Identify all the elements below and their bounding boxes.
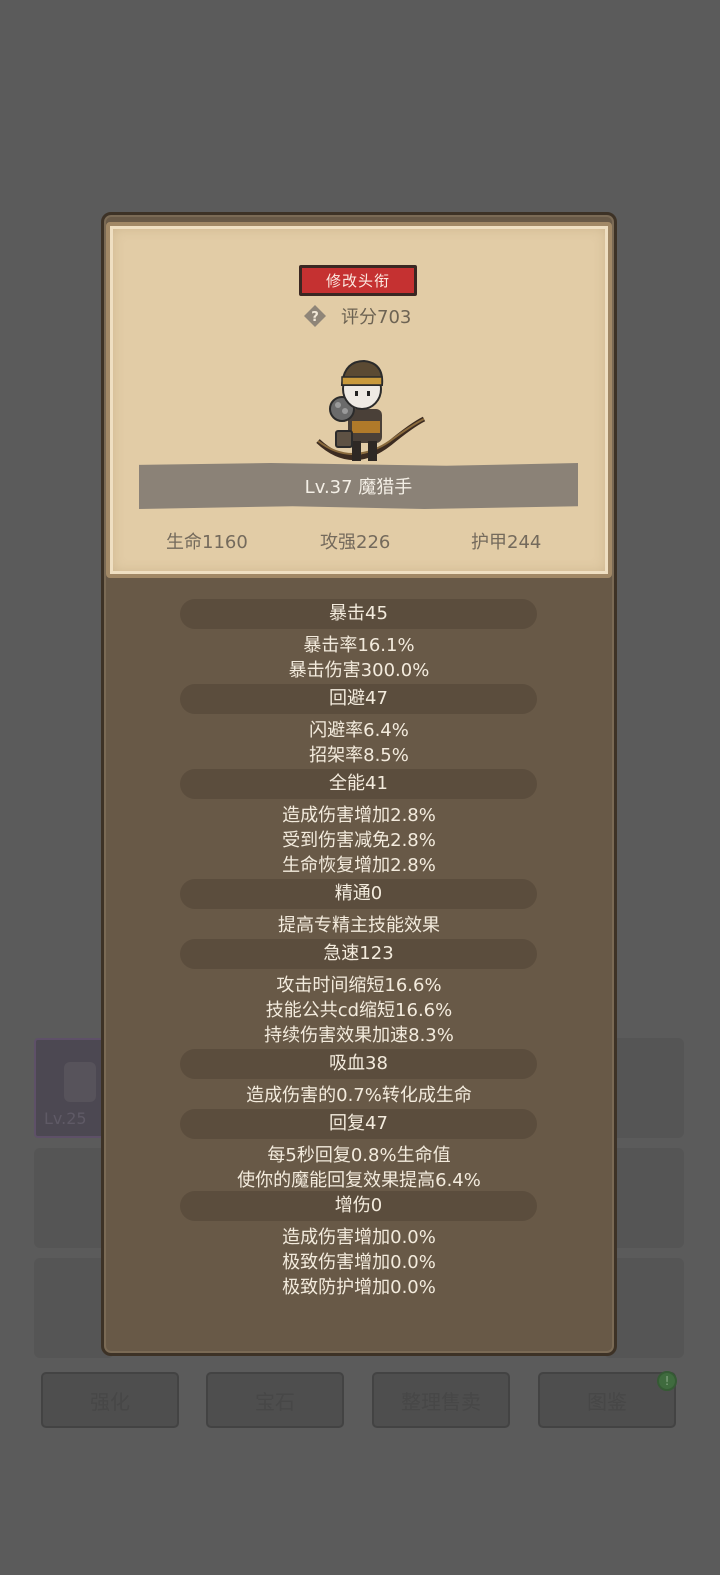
stat-line: 受到伤害减免2.8% [282,830,436,851]
stat-line: 每5秒回复0.8%生命值 [267,1145,451,1166]
equipment-level: Lv.25 [44,1109,87,1128]
stat-line: 造成伤害增加2.8% [282,805,436,826]
stat-line: 暴击率16.1% [303,635,415,656]
stat-line: 技能公共cd缩短16.6% [265,1000,453,1021]
attack-stat: 攻强226 [320,532,391,553]
section-title-lifesteal: 吸血38 [329,1053,388,1074]
stat-line: 极致伤害增加0.0% [282,1252,436,1273]
section-title-haste: 急速123 [323,943,394,964]
section-title-versatility: 全能41 [329,773,388,794]
hp-stat: 生命1160 [166,532,248,553]
stat-line: 提高专精主技能效果 [278,915,440,936]
section-title-damage-bonus: 增伤0 [334,1195,383,1216]
change-title-button[interactable]: 修改头衔 [299,265,417,296]
stat-line: 持续伤害效果加速8.3% [264,1025,454,1046]
codex-button[interactable]: 图鉴 [538,1372,676,1428]
character-name-bar: Lv.37 魔猎手 [139,463,578,509]
character-avatar [316,359,426,461]
gem-button[interactable]: 宝石 [206,1372,344,1428]
enhance-button[interactable]: 强化 [41,1372,179,1428]
stat-line: 暴击伤害300.0% [288,660,430,681]
sort-sell-button[interactable]: 整理售卖 [372,1372,510,1428]
equipment-icon [64,1062,96,1102]
stat-line: 极致防护增加0.0% [282,1277,436,1298]
notification-dot: ! [657,1371,677,1391]
stat-line: 攻击时间缩短16.6% [276,975,442,996]
section-title-regen: 回复47 [329,1113,388,1134]
stat-line: 造成伤害增加0.0% [282,1227,436,1248]
section-title-avoidance: 回避47 [329,688,388,709]
stat-line: 生命恢复增加2.8% [282,855,436,876]
stat-line: 闪避率6.4% [309,720,409,741]
section-title-crit: 暴击45 [329,603,388,624]
svg-text:?: ? [311,310,319,325]
stat-line: 造成伤害的0.7%转化成生命 [246,1085,472,1106]
help-icon[interactable]: ? [303,304,327,328]
armor-stat: 护甲244 [471,532,542,553]
stat-line: 使你的魔能回复效果提高6.4% [237,1170,481,1191]
score-label: 评分703 [341,307,412,328]
section-title-mastery: 精通0 [334,883,383,904]
stat-line: 招架率8.5% [309,745,409,766]
